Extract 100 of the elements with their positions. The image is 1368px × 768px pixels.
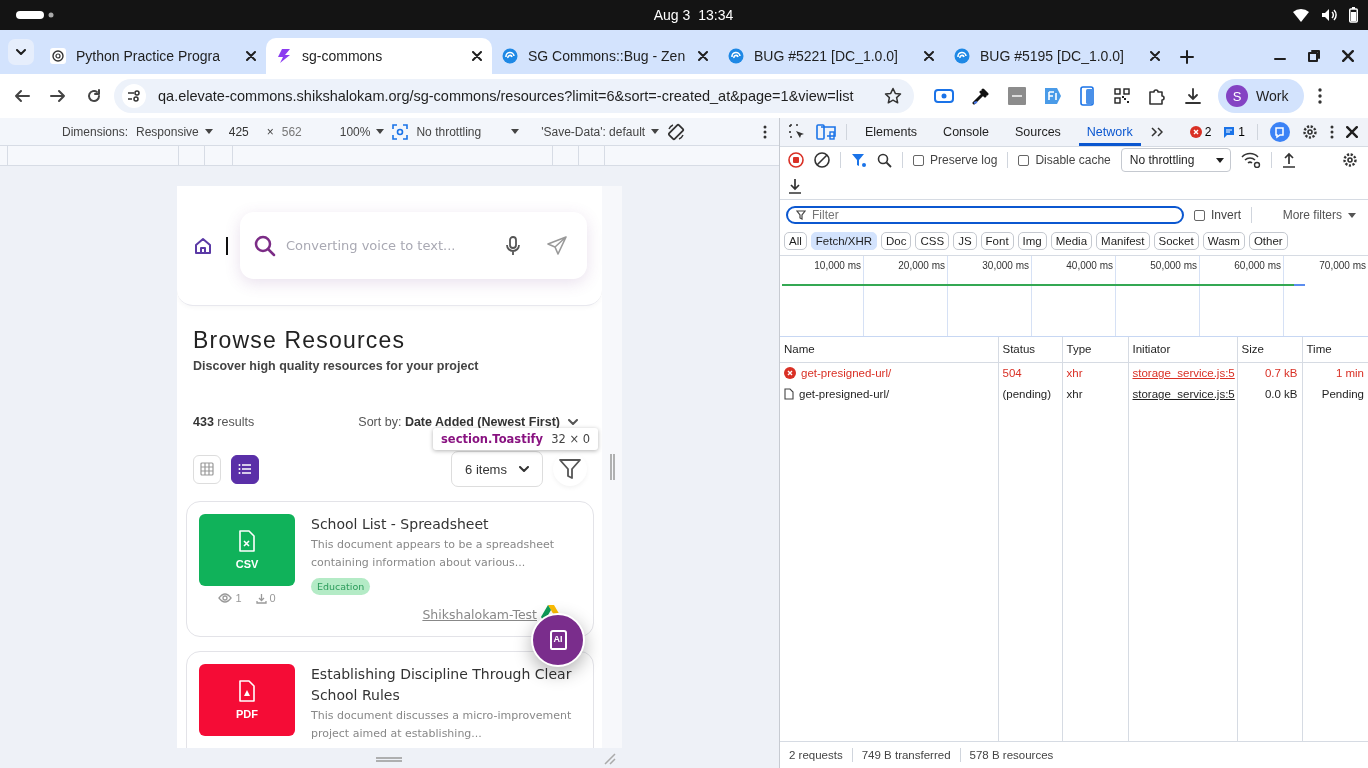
filter-chip[interactable]: All — [784, 232, 807, 250]
rotate-icon[interactable] — [667, 122, 686, 141]
error-count-button[interactable]: 2 — [1189, 125, 1212, 139]
stop-recording-icon[interactable] — [788, 152, 804, 168]
devtools-tab[interactable]: Network — [1078, 118, 1141, 146]
more-filters-dropdown[interactable]: More filters — [1282, 208, 1362, 222]
filter-chip[interactable]: Socket — [1153, 232, 1199, 250]
eyedropper-icon[interactable] — [972, 87, 990, 105]
record-icon[interactable] — [934, 88, 954, 104]
device-dropdown[interactable]: Responsive — [136, 124, 213, 139]
close-tab-icon[interactable] — [698, 51, 708, 61]
forward-icon[interactable] — [50, 88, 66, 104]
filter-chip[interactable]: Media — [1050, 232, 1093, 250]
network-conditions-icon[interactable] — [1240, 152, 1261, 168]
tab-search-button[interactable] — [8, 39, 34, 65]
microphone-icon[interactable] — [505, 235, 521, 256]
filter-chip[interactable]: Fetch/XHR — [810, 232, 878, 250]
sort-dropdown[interactable]: Sort by: Date Added (Newest First) — [358, 415, 578, 429]
site-info-icon[interactable] — [122, 84, 146, 108]
tile-icon[interactable] — [1008, 87, 1026, 105]
message-count-button[interactable]: 1 — [1223, 125, 1245, 139]
filter-bar[interactable]: Filter — [786, 206, 1184, 224]
filter-chip[interactable]: JS — [953, 232, 977, 250]
capture-icon[interactable] — [392, 123, 409, 140]
menu-icon[interactable] — [1318, 88, 1323, 104]
column-header[interactable]: Time — [1302, 337, 1368, 362]
tile-icon[interactable] — [1044, 87, 1062, 105]
checkbox[interactable] — [1018, 154, 1030, 166]
devtools-tab[interactable]: Sources — [1007, 118, 1069, 146]
devtools-tab[interactable]: Console — [935, 118, 997, 146]
filter-chip[interactable]: Manifest — [1096, 232, 1150, 250]
phone-icon[interactable] — [1080, 86, 1096, 106]
home-icon[interactable] — [194, 236, 212, 255]
close-window-icon[interactable] — [1342, 50, 1354, 62]
restore-icon[interactable] — [1308, 50, 1320, 62]
resource-card[interactable]: CSV 1 0 School List - Spreadsheet This document appears to be a spreadsheet containing information about various... Education Shikshalokam-Test — [186, 501, 594, 637]
browser-tab[interactable]: BUG #5221 [DC_1.0.0] — [718, 38, 944, 74]
filter-chip[interactable]: Other — [1248, 232, 1288, 250]
clear-icon[interactable] — [814, 152, 830, 168]
filter-field[interactable]: Filter — [812, 208, 1174, 222]
close-devtools-icon[interactable] — [1346, 126, 1358, 138]
filter-chip[interactable]: Img — [1017, 232, 1047, 250]
settings-icon[interactable] — [1342, 152, 1358, 168]
send-icon[interactable] — [547, 235, 567, 256]
new-tab-icon[interactable] — [1180, 50, 1194, 64]
filter-chip[interactable]: Font — [980, 232, 1014, 250]
table-cell[interactable]: get-presigned-url/ — [801, 367, 892, 379]
list-view-button[interactable] — [231, 454, 259, 484]
resize-handle-icon[interactable] — [376, 757, 402, 762]
close-tab-icon[interactable] — [246, 51, 256, 61]
more-tabs-icon[interactable] — [1150, 127, 1163, 137]
resize-handle-icon[interactable] — [609, 454, 615, 480]
download-icon[interactable] — [1184, 87, 1202, 105]
settings-icon[interactable] — [1302, 124, 1318, 140]
resource-title[interactable]: School List - Spreadsheet — [311, 514, 583, 535]
close-tab-icon[interactable] — [924, 51, 934, 61]
zoom-dropdown[interactable]: 100% — [339, 124, 385, 139]
column-header[interactable]: Initiator — [1128, 337, 1237, 362]
search-field[interactable]: Converting voice to text... — [284, 237, 497, 254]
filter-chip[interactable]: CSS — [915, 232, 950, 250]
profile-button[interactable]: S Work — [1218, 79, 1305, 113]
filter-icon[interactable] — [851, 152, 867, 168]
column-header[interactable]: Status — [998, 337, 1062, 362]
column-header[interactable]: Type — [1062, 337, 1128, 362]
page-size-dropdown[interactable]: 6 items — [451, 451, 543, 487]
close-tab-icon[interactable] — [1150, 51, 1160, 61]
filter-chip[interactable]: Wasm — [1202, 232, 1245, 250]
resource-card[interactable]: PDF Establishing Discipline Through Clear School Rules This document discusses a micro-improvement project aimed at establishing... — [186, 651, 594, 748]
close-tab-icon[interactable] — [472, 51, 482, 61]
filter-chip[interactable]: Doc — [881, 232, 912, 250]
browser-tab[interactable]: sg-commons — [266, 38, 492, 74]
width-field[interactable]: 425 — [228, 124, 259, 139]
puzzle-icon[interactable] — [1148, 87, 1166, 105]
browser-tab[interactable]: BUG #5195 [DC_1.0.0] — [944, 38, 1170, 74]
resource-title[interactable]: Establishing Discipline Through Clear School Rules — [311, 664, 583, 706]
device-toggle-icon[interactable] — [816, 124, 836, 140]
back-icon[interactable] — [14, 88, 30, 104]
qr-code-icon[interactable] — [1114, 88, 1130, 104]
bookmark-star-icon[interactable] — [884, 87, 902, 105]
browser-tab[interactable]: Python Practice Progra — [40, 38, 266, 74]
devtools-tab[interactable]: Elements — [857, 118, 926, 146]
initiator-link[interactable]: storage_service.js:5 — [1132, 367, 1235, 379]
save-data-dropdown[interactable]: 'Save-Data': default — [541, 124, 660, 139]
height-field[interactable]: 562 — [281, 124, 312, 139]
initiator-link[interactable]: storage_service.js:5 — [1132, 388, 1235, 400]
more-icon[interactable] — [1330, 125, 1334, 139]
ai-assistance-icon[interactable] — [1270, 122, 1290, 142]
browser-tab[interactable]: SG Commons::Bug - Zen — [492, 38, 718, 74]
table-cell[interactable]: get-presigned-url/ — [799, 388, 890, 400]
import-icon[interactable] — [1281, 152, 1296, 168]
checkbox[interactable] — [913, 154, 924, 166]
column-header[interactable]: Size — [1237, 337, 1302, 362]
reload-icon[interactable] — [86, 88, 102, 104]
throttling-dropdown[interactable]: No throttling — [416, 124, 520, 139]
export-icon[interactable] — [788, 178, 802, 194]
column-header[interactable]: Name — [780, 337, 998, 362]
address-bar[interactable]: qa.elevate-commons.shikshalokam.org/sg-commons/resources?limit=6&sort=-created_at&page=1&view=list — [114, 79, 914, 113]
inspect-icon[interactable] — [788, 123, 806, 141]
checkbox[interactable] — [1194, 209, 1205, 221]
more-icon[interactable] — [763, 124, 767, 139]
